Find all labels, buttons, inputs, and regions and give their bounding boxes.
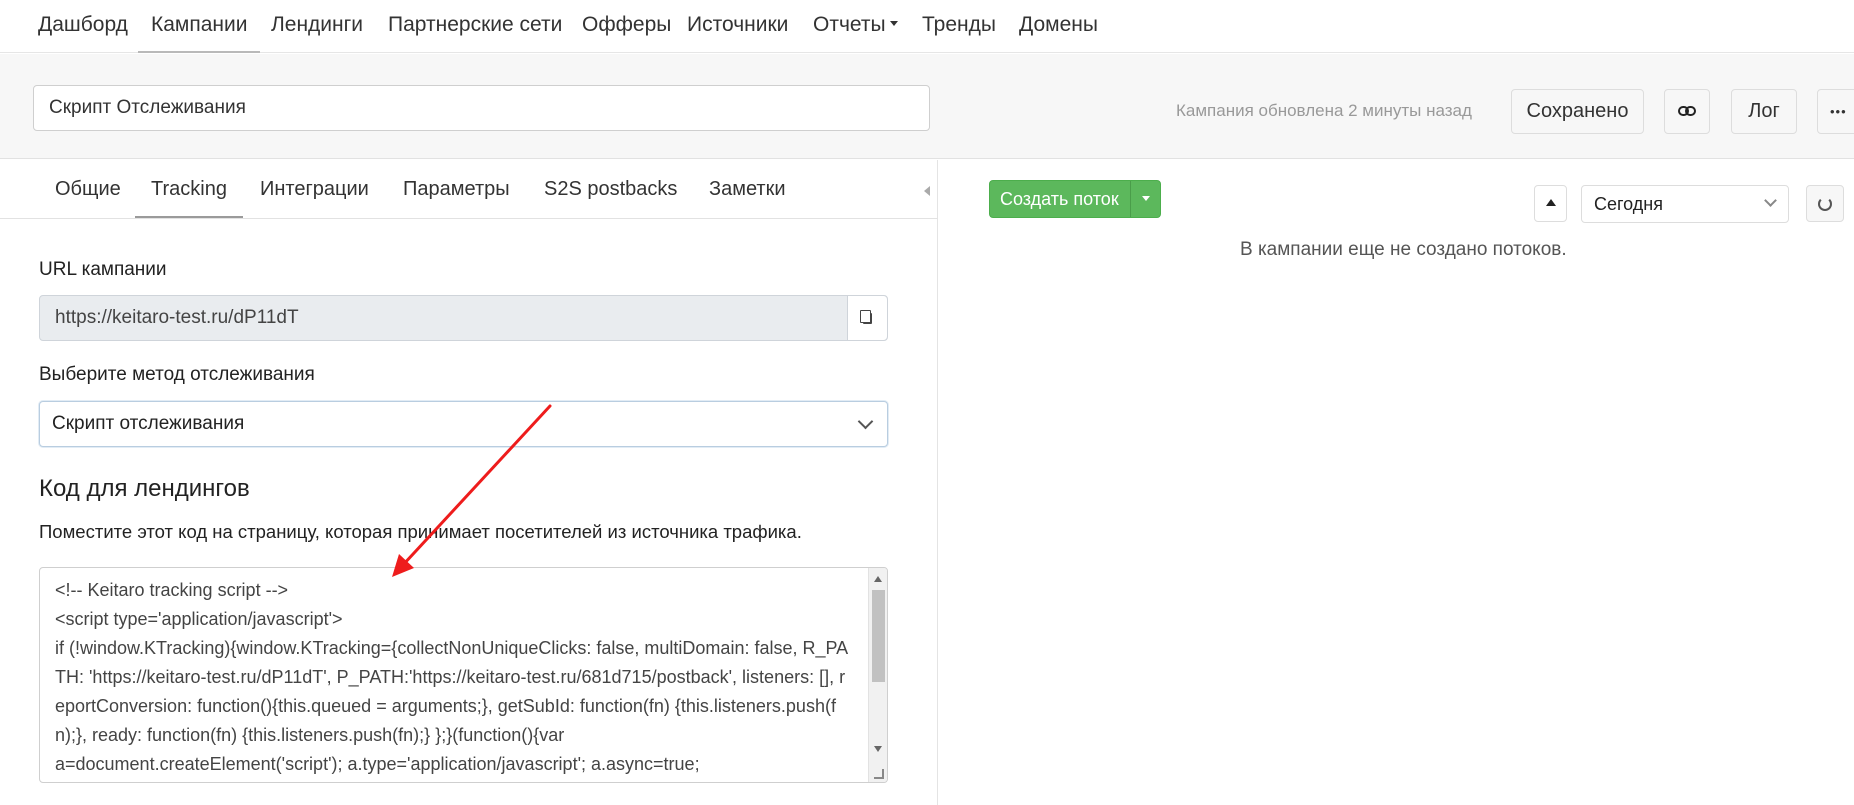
scroll-down-icon[interactable] <box>874 746 882 752</box>
collapse-panel-icon[interactable] <box>924 186 930 196</box>
refresh-button[interactable] <box>1806 185 1844 222</box>
chevron-down-icon <box>857 413 874 430</box>
chevron-down-icon <box>1764 194 1777 207</box>
nav-item-offers[interactable]: Офферы <box>582 0 671 53</box>
nav-item-sources[interactable]: Источники <box>687 0 788 53</box>
caret-down-icon <box>1142 196 1150 201</box>
more-button[interactable]: ••• <box>1817 89 1854 134</box>
period-select[interactable]: Сегодня <box>1581 185 1789 223</box>
tab-tracking[interactable]: Tracking <box>135 160 243 218</box>
tracking-method-label: Выберите метод отслеживания <box>39 364 315 385</box>
create-flow-label: Создать поток <box>1000 189 1119 209</box>
campaign-url-field[interactable]: https://keitaro-test.ru/dP11dT <box>39 295 888 341</box>
tracking-code-text[interactable]: <!-- Keitaro tracking script --> <script… <box>55 576 855 779</box>
link-icon <box>1678 106 1696 116</box>
nav-item-reports[interactable]: Отчеты <box>813 0 898 53</box>
tab-general[interactable]: Общие <box>55 160 121 218</box>
updated-status-text: Кампания обновлена 2 минуты назад <box>1176 101 1472 120</box>
landing-code-title: Код для лендингов <box>39 475 250 502</box>
top-navigation: Дашборд Кампании Лендинги Партнерские се… <box>0 0 1854 53</box>
collapse-flows-button[interactable] <box>1534 185 1567 222</box>
log-button[interactable]: Лог <box>1731 89 1797 134</box>
nav-item-dashboard[interactable]: Дашборд <box>38 0 128 53</box>
caret-down-icon <box>889 20 898 26</box>
period-value: Сегодня <box>1594 194 1663 214</box>
nav-item-campaigns[interactable]: Кампании <box>138 0 261 53</box>
tab-notes[interactable]: Заметки <box>709 160 786 218</box>
tracking-code-textarea[interactable]: <!-- Keitaro tracking script --> <script… <box>39 567 888 783</box>
campaign-url-value[interactable]: https://keitaro-test.ru/dP11dT <box>55 296 299 340</box>
tab-s2s-postbacks[interactable]: S2S postbacks <box>544 160 677 218</box>
saved-button[interactable]: Сохранено <box>1511 89 1644 134</box>
scroll-thumb[interactable] <box>872 590 885 682</box>
tab-integrations[interactable]: Интеграции <box>260 160 369 218</box>
tab-parameters[interactable]: Параметры <box>403 160 510 218</box>
campaign-url-label: URL кампании <box>39 259 167 280</box>
no-flows-message: В кампании еще не создано потоков. <box>1240 239 1567 260</box>
refresh-icon <box>1818 197 1832 211</box>
copy-icon <box>860 310 872 324</box>
tracking-method-value: Скрипт отслеживания <box>52 413 245 434</box>
create-flow-button[interactable]: Создать поток <box>989 180 1161 218</box>
campaign-name-input[interactable] <box>33 85 930 131</box>
resize-handle-icon[interactable] <box>874 769 884 779</box>
nav-item-landings[interactable]: Лендинги <box>271 0 363 53</box>
landing-code-description: Поместите этот код на страницу, которая … <box>39 521 802 542</box>
scroll-up-icon[interactable] <box>874 576 882 582</box>
create-flow-dropdown-toggle[interactable] <box>1130 181 1161 217</box>
nav-item-affiliate-networks[interactable]: Партнерские сети <box>388 0 562 53</box>
tracking-method-select[interactable]: Скрипт отслеживания <box>39 401 888 447</box>
settings-tabs: Общие Tracking Интеграции Параметры S2S … <box>0 160 938 219</box>
nav-item-reports-label: Отчеты <box>813 13 886 36</box>
triangle-up-icon <box>1546 199 1556 206</box>
nav-item-domains[interactable]: Домены <box>1019 0 1098 53</box>
copy-url-button[interactable] <box>847 296 887 340</box>
code-scrollbar[interactable] <box>868 568 887 782</box>
nav-item-trends[interactable]: Тренды <box>922 0 996 53</box>
link-button[interactable] <box>1664 89 1710 134</box>
